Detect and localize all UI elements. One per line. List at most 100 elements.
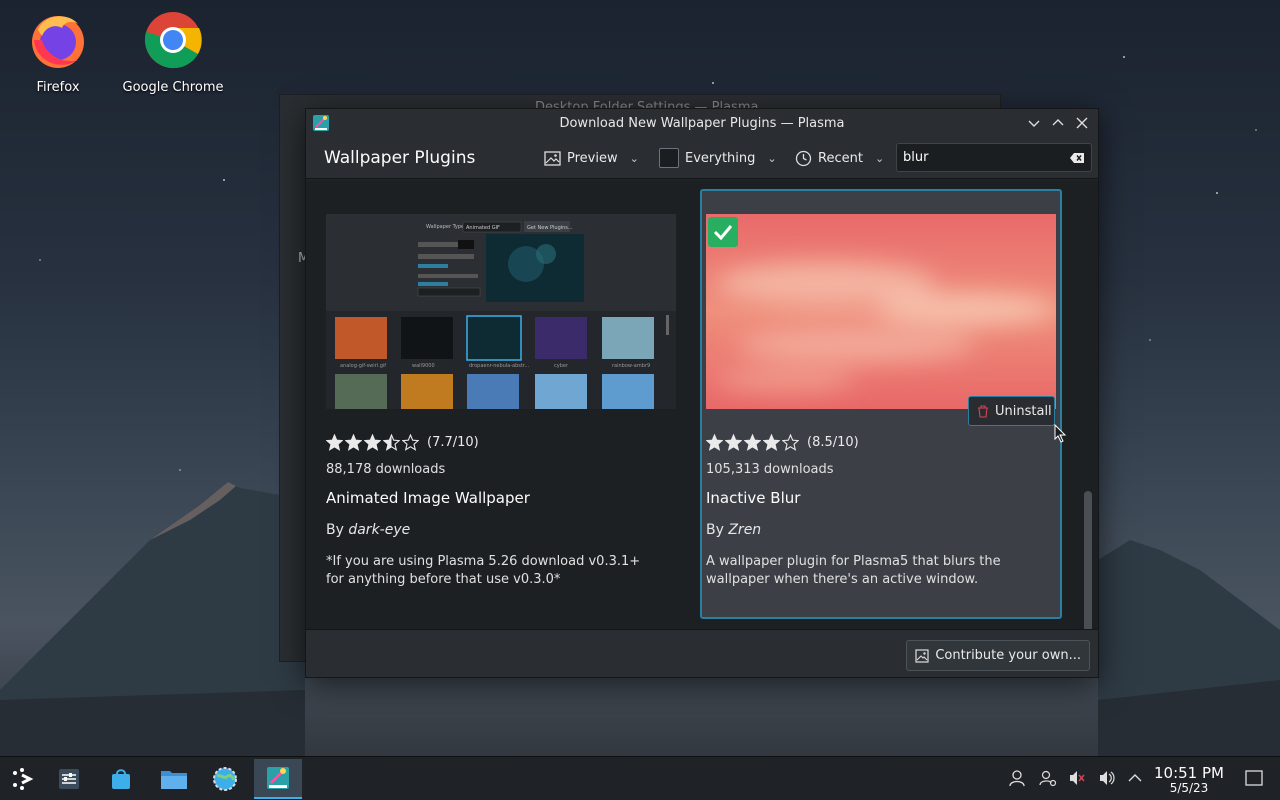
- star-icon: [364, 434, 381, 451]
- search-input[interactable]: [903, 150, 1053, 165]
- app-icon: [313, 115, 329, 131]
- desktop-icon-google-chrome[interactable]: Google Chrome: [118, 10, 228, 95]
- view-mode-dropdown[interactable]: Preview ⌄: [544, 145, 639, 171]
- star-icon: [706, 434, 723, 451]
- thumb-wallpaper-type-value: Animated GIF: [466, 225, 500, 231]
- thumb-caption: cyber: [554, 363, 569, 369]
- plugin-description: *If you are using Plasma 5.26 download v…: [326, 554, 641, 587]
- star-icon: [402, 434, 419, 451]
- thumb-caption: wall9000: [412, 363, 435, 369]
- star-icon: [744, 434, 761, 451]
- close-button[interactable]: [1072, 113, 1092, 133]
- thumb-wallpaper-type-label: Wallpaper Type:: [426, 224, 466, 230]
- app-icon: [267, 767, 289, 789]
- minimize-button[interactable]: [1024, 113, 1044, 133]
- image-icon: [544, 150, 561, 166]
- sort-label: Recent: [818, 150, 863, 166]
- audio-muted-tray[interactable]: [1066, 767, 1088, 789]
- page-title: Wallpaper Plugins: [324, 147, 476, 168]
- taskbar: 10:51 PM 5/5/23: [0, 756, 1280, 800]
- show-hidden-tray-icons[interactable]: [1124, 767, 1146, 789]
- taskbar-download-plugins-window[interactable]: [254, 759, 302, 799]
- plugin-description: A wallpaper plugin for Plasma5 that blur…: [706, 554, 1001, 587]
- star-icon: [326, 434, 343, 451]
- plugin-author: By dark-eye: [326, 522, 410, 538]
- accounts-tray[interactable]: [1037, 767, 1059, 789]
- author-prefix: By: [326, 522, 344, 538]
- rating-stars: [706, 434, 799, 451]
- taskbar-discover[interactable]: [103, 761, 139, 797]
- chevron-up-icon: [1128, 774, 1142, 782]
- folder-icon: [161, 771, 187, 789]
- desktop-icon-label: Google Chrome: [122, 80, 224, 95]
- author-name: Zren: [728, 522, 762, 538]
- application-launcher[interactable]: [4, 761, 40, 797]
- rating-stars: [326, 434, 419, 451]
- filter-checkbox-icon: [659, 148, 679, 168]
- clear-search-icon[interactable]: [1069, 150, 1085, 166]
- clock-icon: [795, 150, 812, 166]
- contribute-button[interactable]: Contribute your own...: [906, 640, 1090, 671]
- uninstall-button[interactable]: Uninstall: [968, 396, 1055, 426]
- chevron-down-icon: [1028, 120, 1040, 127]
- star-icon: [383, 434, 400, 451]
- digital-clock[interactable]: 10:51 PM 5/5/23: [1152, 765, 1226, 795]
- thumb-caption: analog-gif-swirl.gif: [340, 363, 386, 369]
- window-titlebar[interactable]: Download New Wallpaper Plugins — Plasma: [306, 109, 1098, 137]
- plugin-name: Inactive Blur: [706, 489, 801, 507]
- show-desktop-button[interactable]: [1243, 767, 1265, 789]
- star-icon: [763, 434, 780, 451]
- chrome-icon: [144, 12, 202, 69]
- filter-label: Everything: [685, 150, 756, 166]
- image-add-icon: [915, 648, 929, 663]
- view-mode-label: Preview: [567, 150, 618, 166]
- user-switcher[interactable]: [1006, 767, 1028, 789]
- user-settings-icon: [1039, 770, 1057, 787]
- chevron-down-icon: ⌄: [767, 151, 777, 165]
- audio-volume-tray[interactable]: [1096, 767, 1118, 789]
- star-icon: [345, 434, 362, 451]
- desktop-icon-label: Firefox: [36, 80, 80, 95]
- taskbar-system-settings[interactable]: [207, 761, 243, 797]
- plugin-name: Animated Image Wallpaper: [326, 489, 530, 507]
- globe-gear-icon: [213, 767, 237, 791]
- sort-dropdown[interactable]: Recent ⌄: [795, 145, 884, 171]
- installed-check-icon: [708, 217, 738, 247]
- thumb-get-plugins: Get New Plugins...: [527, 225, 573, 231]
- contribute-label: Contribute your own...: [935, 648, 1081, 663]
- download-dialog-window[interactable]: Download New Wallpaper Plugins — Plasma …: [305, 108, 1099, 678]
- app-launcher-icon: [13, 768, 34, 790]
- taskbar-file-manager[interactable]: [156, 761, 192, 797]
- sliders-icon: [59, 769, 79, 789]
- chevron-down-icon: ⌄: [629, 151, 639, 165]
- search-field[interactable]: [896, 143, 1092, 172]
- window-toolbar: Wallpaper Plugins Preview ⌄ Everything ⌄…: [306, 137, 1098, 179]
- download-count: 88,178 downloads: [326, 462, 446, 477]
- scrollbar-thumb[interactable]: [1084, 491, 1092, 629]
- filter-dropdown[interactable]: Everything ⌄: [659, 145, 777, 171]
- firefox-icon: [32, 16, 84, 68]
- window-title: Download New Wallpaper Plugins — Plasma: [559, 115, 845, 131]
- window-footer: Contribute your own...: [306, 629, 1098, 677]
- background-window-sidebar: M: [280, 119, 309, 661]
- maximize-button[interactable]: [1048, 113, 1068, 133]
- plugin-thumbnail: Wallpaper Type: Animated GIF Get New Plu…: [326, 214, 676, 409]
- uninstall-label: Uninstall: [995, 403, 1052, 419]
- desktop-icon-firefox[interactable]: Firefox: [3, 10, 113, 95]
- thumb-caption: rainbow-ambr9: [612, 363, 650, 369]
- mouse-cursor-icon: [1054, 424, 1067, 443]
- plugin-thumbnail: [706, 214, 1056, 409]
- plugin-card-animated-image-wallpaper[interactable]: Wallpaper Type: Animated GIF Get New Plu…: [308, 189, 676, 619]
- rating: (7.7/10): [326, 434, 479, 451]
- taskbar-system-settings-panel[interactable]: [51, 761, 87, 797]
- clock-time: 10:51 PM: [1154, 764, 1224, 782]
- trash-icon: [978, 404, 988, 418]
- author-prefix: By: [706, 522, 724, 538]
- plugin-author: By Zren: [706, 522, 761, 538]
- user-icon: [1009, 770, 1025, 787]
- author-name: dark-eye: [348, 522, 411, 538]
- star-icon: [725, 434, 742, 451]
- thumb-caption: dropaenr-nebula-abstr...: [469, 363, 530, 369]
- scrollbar[interactable]: [1084, 259, 1092, 629]
- store-bag-icon: [112, 769, 130, 789]
